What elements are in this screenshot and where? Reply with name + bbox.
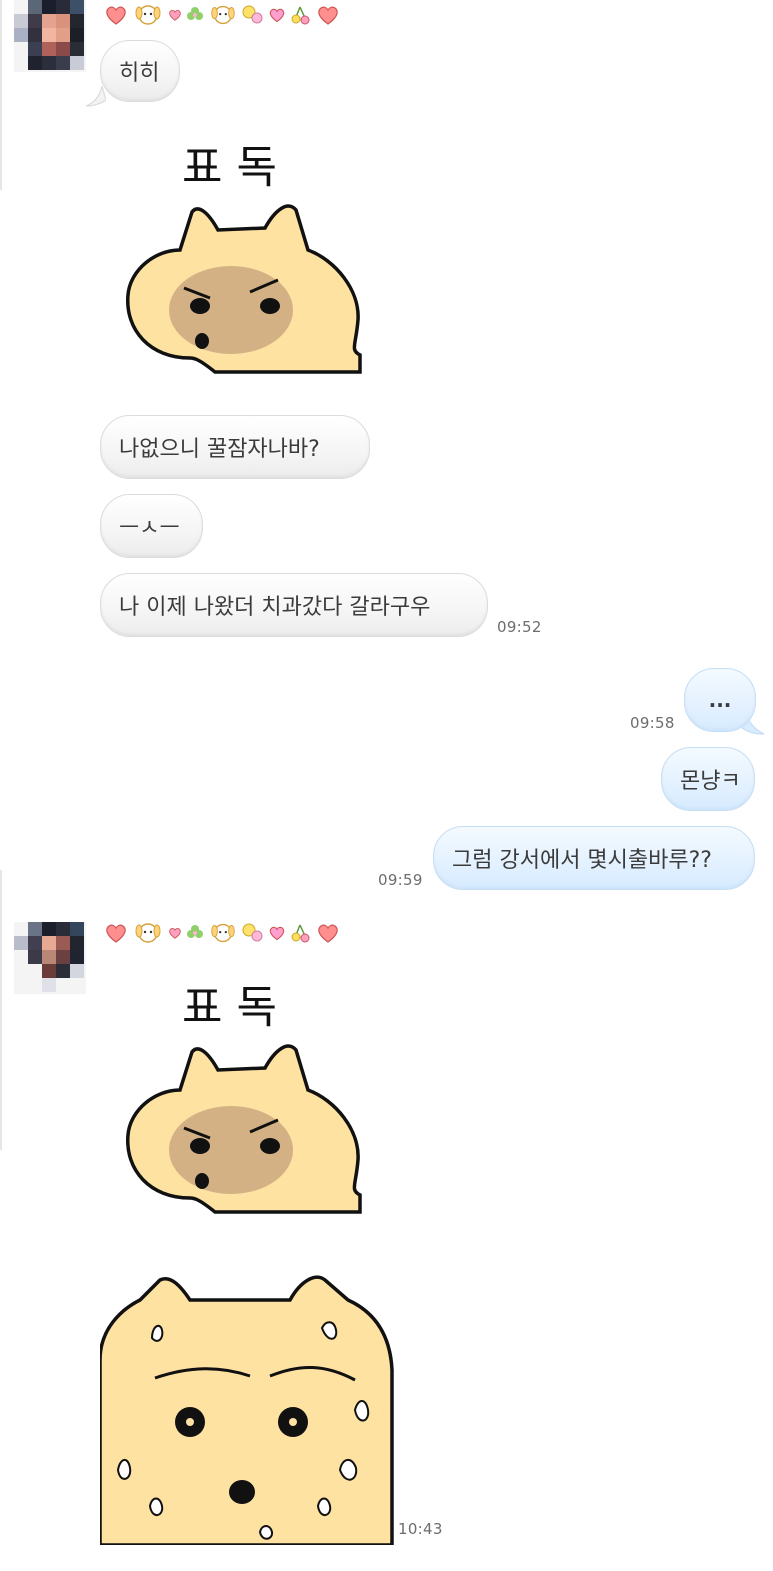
heart-icon [106, 924, 126, 943]
bubble-tail [85, 86, 106, 107]
avatar[interactable] [14, 0, 86, 72]
message-text: 몬냥ㅋ [680, 769, 741, 794]
message-time: 09:52 [497, 618, 542, 636]
sticker-text: 표 독 [182, 982, 277, 1033]
message-text: 히히 [119, 61, 160, 86]
message-text: ... [708, 688, 732, 712]
sticker-sweating-cat[interactable] [100, 1270, 400, 1545]
sender-nickname [104, 2, 340, 28]
puppy-icon [211, 923, 235, 943]
heart-icon [169, 10, 181, 21]
heart-icon [106, 6, 126, 25]
heart-icon [269, 8, 285, 23]
message-bubble[interactable]: 히히 [100, 40, 180, 102]
sticker-angry-cat[interactable]: 표 독 [120, 970, 370, 1220]
sticker-text: 표 독 [182, 142, 277, 193]
puppy-icon [135, 923, 161, 943]
message-time: 09:58 [630, 714, 675, 732]
message-time: 10:43 [398, 1520, 443, 1538]
puppy-icon [211, 5, 235, 25]
puppy-icon [135, 5, 161, 25]
balloon-icon [242, 5, 263, 24]
heart-icon [318, 924, 338, 943]
message-bubble[interactable]: 나없으니 꿀잠자나바? [100, 415, 370, 479]
message-bubble[interactable]: 나 이제 나왔더 치과갔다 갈라구우 [100, 573, 488, 637]
heart-icon [318, 6, 338, 25]
cherry-icon [291, 6, 310, 25]
message-text: 나 이제 나왔더 치과갔다 갈라구우 [119, 595, 431, 620]
message-time: 09:59 [378, 871, 423, 889]
clover-icon [187, 925, 203, 938]
balloon-icon [242, 923, 263, 942]
message-bubble[interactable]: ... [684, 668, 756, 732]
window-edge [0, 870, 2, 1150]
heart-icon [269, 926, 285, 941]
message-bubble[interactable]: 몬냥ㅋ [661, 747, 755, 811]
heart-icon [169, 928, 181, 939]
sender-nickname [104, 920, 340, 946]
window-edge [0, 0, 2, 190]
message-text: ㅡㅅㅡ [119, 516, 180, 541]
message-text: 나없으니 꿀잠자나바? [119, 437, 320, 462]
sticker-angry-cat[interactable]: 표 독 [120, 130, 370, 380]
avatar[interactable] [14, 922, 86, 994]
cherry-icon [291, 924, 310, 943]
message-bubble[interactable]: ㅡㅅㅡ [100, 494, 203, 558]
message-bubble[interactable]: 그럼 강서에서 몇시출바루?? [433, 826, 755, 890]
clover-icon [187, 7, 203, 20]
message-text: 그럼 강서에서 몇시출바루?? [452, 848, 712, 873]
